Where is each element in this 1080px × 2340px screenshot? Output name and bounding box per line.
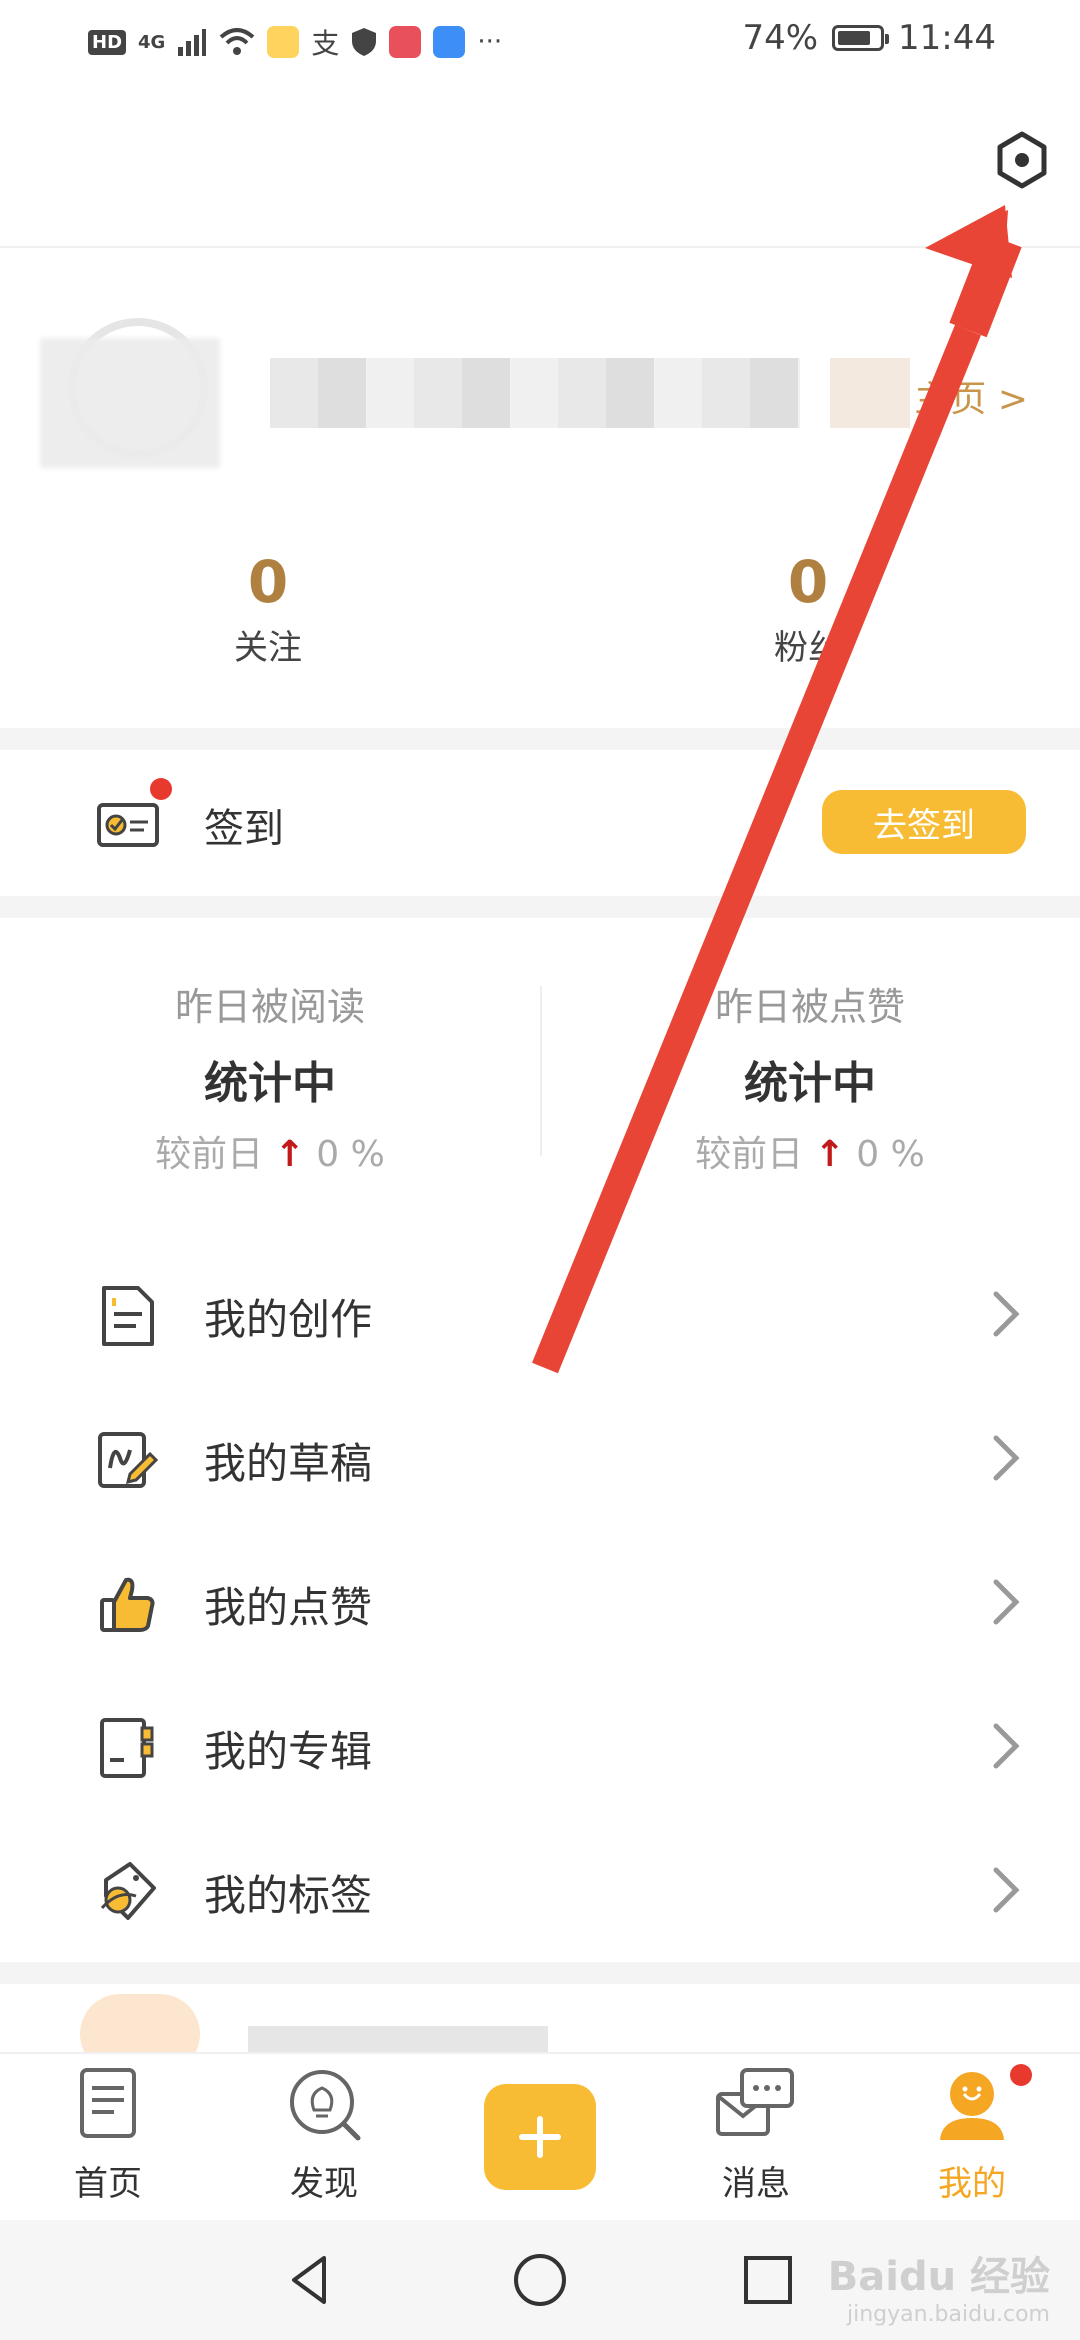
huawei-app-icon — [389, 26, 422, 58]
like-compare: 较前日 ↑ 0 % — [540, 1125, 1080, 1177]
system-nav-bar: Baidu 经验 jingyan.baidu.com — [0, 2220, 1080, 2340]
following-label: 关注 — [234, 628, 302, 668]
clock: 11:44 — [898, 18, 996, 58]
menu-label: 我的专辑 — [204, 1727, 373, 1776]
battery-icon — [832, 25, 890, 51]
tab-label: 发现 — [290, 2164, 358, 2204]
homepage-link[interactable]: 主页 > — [914, 370, 1028, 422]
watermark-sub: jingyan.baidu.com — [846, 2302, 1050, 2327]
menu-item-likes[interactable]: 我的点赞 — [0, 1528, 1080, 1672]
back-nav-icon[interactable] — [280, 2250, 340, 2310]
chevron-right-icon — [993, 1867, 1020, 1913]
thumbs-up-icon — [100, 1577, 155, 1632]
tab-add-button[interactable] — [484, 2084, 596, 2190]
chevron-right-icon — [993, 1723, 1020, 1769]
alipay-icon: 支 — [311, 27, 340, 60]
cloud-app-icon — [433, 26, 466, 58]
following-count: 0 — [247, 548, 289, 616]
status-bar-right: 74% 11:44 — [742, 18, 996, 58]
tag-icon — [100, 1862, 156, 1920]
tab-messages[interactable]: 消息 — [676, 2064, 836, 2205]
like-title: 昨日被点赞 — [714, 985, 905, 1029]
home-doc-icon — [80, 2068, 136, 2138]
menu-item-tags[interactable]: 我的标签 — [0, 1816, 1080, 1960]
checkin-label: 签到 — [204, 806, 284, 852]
tab-label: 首页 — [74, 2164, 142, 2204]
menu-label: 我的标签 — [204, 1871, 373, 1920]
tab-me[interactable]: 我的 — [892, 2064, 1052, 2205]
read-value: 统计中 — [204, 1058, 336, 1109]
menu-item-creations[interactable]: 我的创作 — [0, 1240, 1080, 1384]
status-bar-left: HD 4G 支 ··· — [88, 20, 502, 64]
read-title: 昨日被阅读 — [174, 985, 365, 1029]
document-icon — [102, 1286, 154, 1346]
chevron-right-icon — [993, 1579, 1020, 1625]
tab-discover[interactable]: 发现 — [244, 2064, 404, 2205]
baidu-watermark: Baidu 经验 jingyan.baidu.com — [828, 2244, 1050, 2327]
top-header — [0, 80, 1080, 248]
home-nav-icon[interactable] — [510, 2250, 570, 2310]
checkin-badge — [150, 778, 172, 800]
fans-stat[interactable]: 0 粉丝 — [708, 548, 908, 669]
section-divider — [0, 728, 1080, 750]
checkin-row[interactable]: 签到 去签到 — [0, 752, 1080, 896]
tab-home[interactable]: 首页 — [28, 2064, 188, 2205]
tab-label: 我的 — [938, 2164, 1006, 2204]
album-icon — [100, 1718, 154, 1778]
wifi-icon — [220, 28, 255, 55]
section-divider-3 — [0, 1962, 1080, 1984]
up-arrow-icon: ↑ — [274, 1134, 305, 1175]
like-stats[interactable]: 昨日被点赞 统计中 较前日 ↑ 0 % — [540, 976, 1080, 1177]
battery-percent: 74% — [742, 18, 819, 58]
like-value: 统计中 — [744, 1058, 876, 1109]
read-compare-prefix: 较前日 — [155, 1134, 264, 1175]
fans-count: 0 — [787, 548, 829, 616]
chevron-right-icon — [993, 1291, 1020, 1337]
menu-label: 我的草稿 — [204, 1439, 373, 1488]
like-compare-value: 0 % — [856, 1134, 925, 1175]
more-notifications-icon: ··· — [477, 27, 503, 57]
tab-label: 消息 — [722, 2164, 790, 2204]
banner-peek-text — [248, 2026, 548, 2054]
network-label: 4G — [138, 31, 166, 53]
menu-label: 我的点赞 — [204, 1583, 373, 1632]
profile-card: 主页 > 0 关注 0 粉丝 — [0, 248, 1080, 728]
profile-tab-badge — [1010, 2064, 1032, 2086]
status-bar: HD 4G 支 ··· 74% 11:44 — [0, 0, 1080, 80]
username-blurred-tail — [830, 358, 910, 428]
avatar-blur-mask — [40, 338, 220, 468]
message-icon — [716, 2068, 794, 2136]
recents-nav-icon[interactable] — [738, 2250, 798, 2310]
app-notification-icon — [267, 26, 300, 58]
checkin-card-icon — [97, 803, 159, 847]
draft-pencil-icon — [98, 1432, 159, 1488]
menu-item-drafts[interactable]: 我的草稿 — [0, 1384, 1080, 1528]
discover-bulb-icon — [290, 2070, 361, 2141]
hd-indicator: HD — [88, 29, 127, 55]
read-compare-value: 0 % — [316, 1134, 385, 1175]
shield-icon — [352, 28, 377, 56]
profile-icon — [940, 2072, 1004, 2140]
stats-panel: 昨日被阅读 统计中 较前日 ↑ 0 % 昨日被点赞 统计中 较前日 ↑ 0 % — [0, 918, 1080, 1198]
up-arrow-icon: ↑ — [814, 1134, 845, 1175]
chevron-right-icon — [993, 1435, 1020, 1481]
banner-peek-image — [80, 1994, 200, 2054]
username-blurred — [270, 358, 800, 428]
plus-icon — [519, 2116, 561, 2158]
signal-icon — [178, 29, 207, 56]
following-stat[interactable]: 0 关注 — [168, 548, 368, 669]
menu-item-albums[interactable]: 我的专辑 — [0, 1672, 1080, 1816]
like-compare-prefix: 较前日 — [695, 1134, 804, 1175]
content-peek — [0, 1984, 1080, 2054]
bottom-tab-bar: 首页 发现 消息 我的 — [0, 2052, 1080, 2222]
read-stats[interactable]: 昨日被阅读 统计中 较前日 ↑ 0 % — [0, 976, 540, 1177]
section-divider-2 — [0, 896, 1080, 918]
settings-hexagon-icon[interactable] — [992, 130, 1052, 190]
read-compare: 较前日 ↑ 0 % — [0, 1125, 540, 1177]
watermark-text: Baidu 经验 — [827, 2254, 1050, 2300]
menu-label: 我的创作 — [204, 1295, 373, 1344]
fans-label: 粉丝 — [774, 628, 842, 668]
checkin-button[interactable]: 去签到 — [822, 790, 1026, 854]
